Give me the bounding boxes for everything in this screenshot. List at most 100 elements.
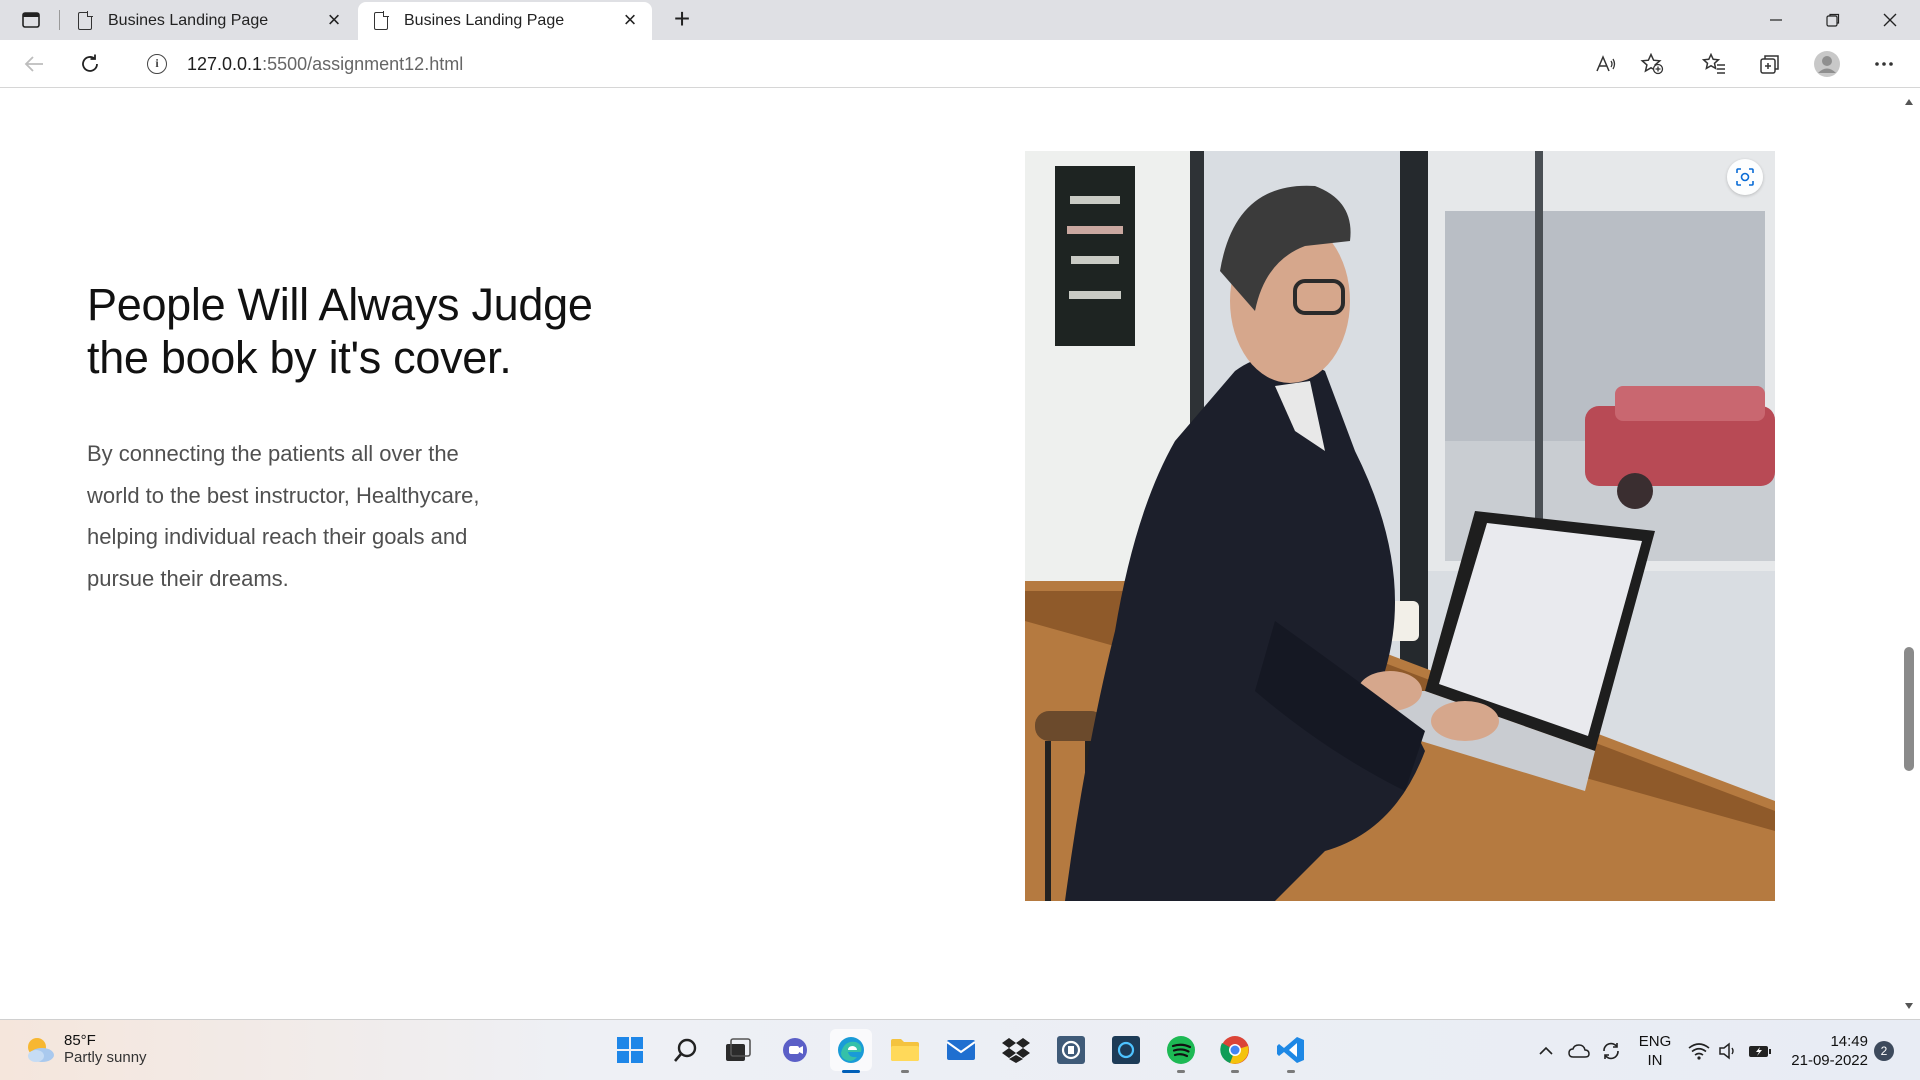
settings-more-button[interactable] — [1866, 46, 1902, 82]
spotify-icon — [1167, 1036, 1195, 1064]
tab-actions-icon — [22, 12, 40, 28]
collections-icon — [1760, 55, 1779, 74]
task-view-button[interactable] — [717, 1029, 759, 1071]
tab-active[interactable]: Busines Landing Page × — [358, 2, 652, 40]
speaker-icon — [1719, 1041, 1734, 1060]
start-button[interactable] — [609, 1029, 651, 1071]
favorites-button[interactable] — [1696, 46, 1732, 82]
man-with-laptop-image — [1025, 151, 1775, 901]
collections-button[interactable] — [1752, 46, 1788, 82]
tab-title: Busines Landing Page — [108, 12, 269, 29]
folder-icon — [891, 1039, 919, 1061]
page-icon — [78, 11, 93, 30]
weather-condition: Partly sunny — [64, 1049, 147, 1066]
tab-inactive[interactable]: Busines Landing Page × — [62, 2, 356, 40]
chevron-up-icon — [1539, 1046, 1553, 1055]
language-code: ENG — [1638, 1033, 1672, 1050]
weather-text: 85°F Partly sunny — [64, 1032, 147, 1066]
read-aloud-icon — [1596, 55, 1616, 72]
close-tab-icon[interactable]: × — [324, 9, 344, 31]
app-icon — [1112, 1036, 1140, 1064]
clock-time: 14:49 — [1830, 1033, 1868, 1050]
volume-button[interactable] — [1718, 1020, 1738, 1080]
back-button[interactable] — [16, 46, 52, 82]
language-indicator[interactable]: ENG IN — [1635, 1032, 1675, 1070]
system-clock[interactable]: 14:49 21-09-2022 — [1780, 1032, 1868, 1070]
vscode-icon — [1277, 1037, 1304, 1063]
refresh-button[interactable] — [72, 46, 108, 82]
chrome-icon — [1220, 1036, 1249, 1064]
more-dots-icon — [1875, 62, 1893, 66]
url-path: :5500/assignment12.html — [262, 53, 464, 74]
url-text: 127.0.0.1:5500/assignment12.html — [187, 54, 463, 75]
visual-search-button[interactable] — [1727, 159, 1763, 195]
running-indicator — [901, 1070, 909, 1073]
show-hidden-icons-button[interactable] — [1538, 1020, 1554, 1080]
scrollbar-thumb[interactable] — [1904, 647, 1914, 771]
scroll-down-icon[interactable] — [1905, 1003, 1913, 1009]
weather-temp: 85°F — [64, 1032, 96, 1049]
region-code: IN — [1647, 1052, 1663, 1069]
edge-app-button[interactable] — [830, 1029, 872, 1073]
restore-icon — [1826, 13, 1840, 27]
sync-icon — [1603, 1042, 1619, 1059]
back-arrow-icon — [24, 56, 43, 72]
close-window-button[interactable] — [1862, 0, 1918, 40]
wifi-icon — [1688, 1042, 1710, 1060]
spotify-button[interactable] — [1160, 1029, 1202, 1073]
chat-icon — [783, 1038, 807, 1062]
partly-sunny-icon — [22, 1032, 56, 1066]
mail-button[interactable] — [940, 1029, 982, 1071]
wifi-button[interactable] — [1688, 1020, 1710, 1080]
battery-charging-icon — [1749, 1045, 1771, 1057]
minimize-button[interactable] — [1748, 0, 1804, 40]
weather-widget[interactable]: 85°F Partly sunny — [22, 1032, 147, 1066]
workspaces-button[interactable] — [14, 8, 48, 32]
star-add-icon — [1640, 53, 1664, 75]
scroll-up-icon[interactable] — [1905, 99, 1913, 105]
teams-chat-button[interactable] — [774, 1029, 816, 1071]
taskbar: 85°F Partly sunny ENG IN 14:49 21-09-202… — [0, 1019, 1920, 1080]
page-viewport: People Will Always Judge the book by it'… — [0, 89, 1898, 1019]
address-bar[interactable]: i 127.0.0.1:5500/assignment12.html — [124, 44, 1696, 84]
browser-toolbar: i 127.0.0.1:5500/assignment12.html — [0, 40, 1920, 88]
add-favorite-button[interactable] — [1634, 46, 1670, 82]
hero-headline: People Will Always Judge the book by it'… — [87, 279, 593, 383]
app-button-2[interactable] — [1105, 1029, 1147, 1071]
vertical-scrollbar[interactable] — [1898, 89, 1920, 1019]
tab-separator — [59, 10, 60, 30]
app-icon — [1057, 1036, 1085, 1064]
new-tab-button[interactable]: + — [666, 4, 698, 36]
read-aloud-button[interactable] — [1588, 46, 1624, 82]
cloud-icon — [1568, 1043, 1590, 1058]
windows-logo-icon — [617, 1037, 643, 1063]
minimize-icon — [1770, 19, 1782, 21]
hero-description: By connecting the patients all over the … — [87, 441, 480, 591]
tab-title: Busines Landing Page — [404, 12, 565, 29]
dropbox-button[interactable] — [995, 1029, 1037, 1071]
file-explorer-button[interactable] — [884, 1029, 926, 1073]
close-tab-icon[interactable]: × — [620, 9, 640, 31]
site-info-icon[interactable]: i — [147, 54, 167, 74]
close-icon — [1883, 13, 1897, 27]
app-button-1[interactable] — [1050, 1029, 1092, 1071]
visual-search-icon — [1736, 168, 1754, 186]
tab-strip: Busines Landing Page × Busines Landing P… — [0, 0, 1920, 40]
active-indicator — [842, 1070, 860, 1073]
screen: Busines Landing Page × Busines Landing P… — [0, 0, 1920, 1080]
search-button[interactable] — [665, 1029, 707, 1071]
profile-button[interactable] — [1809, 46, 1845, 82]
onedrive-button[interactable] — [1568, 1020, 1590, 1080]
edge-icon — [838, 1037, 864, 1063]
restore-button[interactable] — [1805, 0, 1861, 40]
running-indicator — [1287, 1070, 1295, 1073]
battery-button[interactable] — [1748, 1020, 1772, 1080]
clock-date: 21-09-2022 — [1791, 1052, 1868, 1069]
page-icon — [374, 11, 389, 30]
chrome-button[interactable] — [1214, 1029, 1256, 1073]
dropbox-icon — [1002, 1038, 1030, 1063]
vscode-button[interactable] — [1270, 1029, 1312, 1073]
sync-button[interactable] — [1600, 1020, 1622, 1080]
hero-photo — [1025, 151, 1775, 901]
notification-badge[interactable]: 2 — [1874, 1041, 1894, 1061]
